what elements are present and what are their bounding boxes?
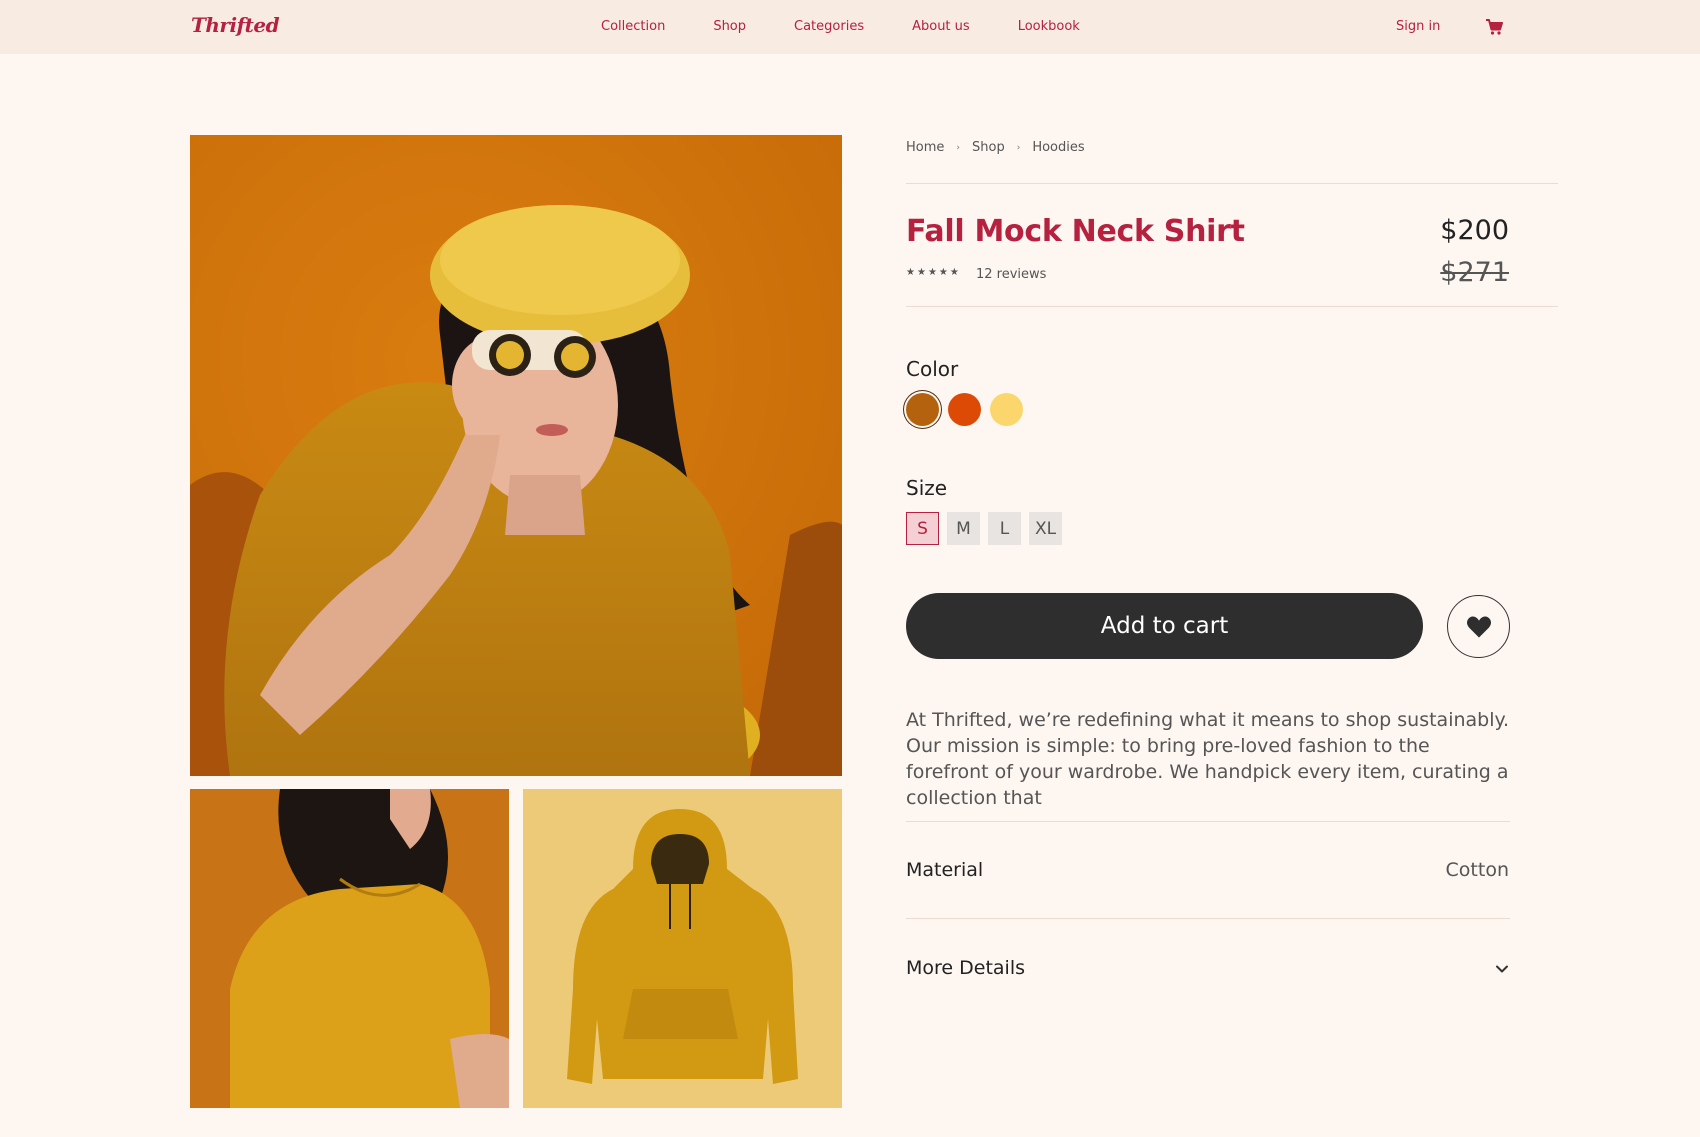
size-option-l[interactable]: L [988, 512, 1021, 545]
breadcrumb-home[interactable]: Home [906, 140, 944, 155]
material-value: Cotton [1445, 859, 1509, 881]
product-title: Fall Mock Neck Shirt [906, 214, 1245, 249]
product-thumbnail-1[interactable] [190, 789, 509, 1108]
product-thumbnail-2[interactable] [523, 789, 842, 1108]
nav-item-lookbook[interactable]: Lookbook [1018, 19, 1080, 34]
cart-icon[interactable] [1485, 18, 1503, 36]
color-swatch-yellow[interactable] [990, 393, 1023, 426]
size-option-s[interactable]: S [906, 512, 939, 545]
chevron-right-icon: › [1016, 142, 1021, 153]
material-label: Material [906, 859, 984, 881]
nav-item-collection[interactable]: Collection [601, 19, 665, 34]
divider [906, 306, 1558, 307]
star-icon: ★ [938, 267, 948, 278]
size-option-xl[interactable]: XL [1029, 512, 1062, 545]
add-to-cart-button[interactable]: Add to cart [906, 593, 1423, 659]
breadcrumb: Home › Shop › Hoodies [906, 140, 1085, 155]
breadcrumb-hoodies[interactable]: Hoodies [1032, 140, 1084, 155]
sign-in-link[interactable]: Sign in [1396, 19, 1440, 34]
star-icon: ★ [949, 267, 959, 278]
star-icon: ★ [916, 267, 926, 278]
nav-item-categories[interactable]: Categories [794, 19, 864, 34]
color-label: Color [906, 357, 959, 381]
more-details-toggle[interactable]: More Details [906, 957, 1025, 979]
heart-icon [1466, 616, 1491, 637]
product-description: At Thrifted, we’re redefining what it me… [906, 709, 1510, 809]
nav-item-about-us[interactable]: About us [912, 19, 970, 34]
brand-logo[interactable]: Thrifted [191, 13, 280, 37]
site-header: Thrifted Collection Shop Categories Abou… [0, 0, 1700, 54]
product-price: $200 [1440, 215, 1509, 246]
color-swatch-brown[interactable] [906, 393, 939, 426]
divider [906, 918, 1510, 919]
chevron-right-icon: › [956, 142, 960, 153]
main-nav: Collection Shop Categories About us Look… [601, 19, 1080, 34]
breadcrumb-shop[interactable]: Shop [972, 140, 1005, 155]
reviews-count[interactable]: 12 reviews [976, 267, 1046, 282]
size-option-m[interactable]: M [947, 512, 980, 545]
color-swatch-orange[interactable] [948, 393, 981, 426]
star-icon: ★ [927, 267, 937, 278]
nav-item-shop[interactable]: Shop [713, 19, 746, 34]
product-original-price: $271 [1440, 257, 1509, 288]
product-main-image[interactable] [190, 135, 842, 776]
divider [906, 183, 1558, 184]
size-label: Size [906, 476, 948, 500]
star-icon: ★ [906, 267, 915, 278]
rating-stars: ★ ★ ★ ★ ★ [906, 268, 959, 278]
color-swatches [906, 393, 1023, 426]
wishlist-button[interactable] [1447, 595, 1510, 658]
chevron-down-icon[interactable] [1494, 961, 1510, 977]
size-options: S M L XL [906, 512, 1062, 545]
divider [906, 821, 1510, 822]
